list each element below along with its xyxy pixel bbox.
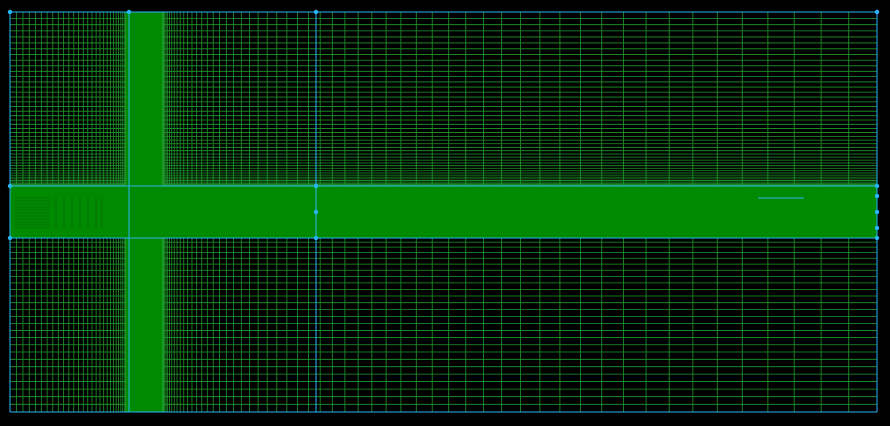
vertex-handle[interactable] [313,183,319,189]
mesh-canvas[interactable] [0,0,890,426]
vertex-handle[interactable] [7,235,13,241]
vertex-handle[interactable] [874,193,880,199]
vertex-handle[interactable] [874,235,880,241]
vertex-handle[interactable] [313,9,319,15]
vertex-handle[interactable] [874,209,880,215]
vertex-handle[interactable] [874,225,880,231]
vertex-handle[interactable] [7,9,13,15]
vertex-handle[interactable] [874,9,880,15]
vertex-handle[interactable] [313,209,319,215]
vertex-handle[interactable] [313,235,319,241]
vertex-handle[interactable] [126,9,132,15]
vertex-handle[interactable] [7,183,13,189]
vertex-handle[interactable] [874,183,880,189]
mesh-viewport[interactable] [0,0,890,426]
dense-band [10,186,877,238]
